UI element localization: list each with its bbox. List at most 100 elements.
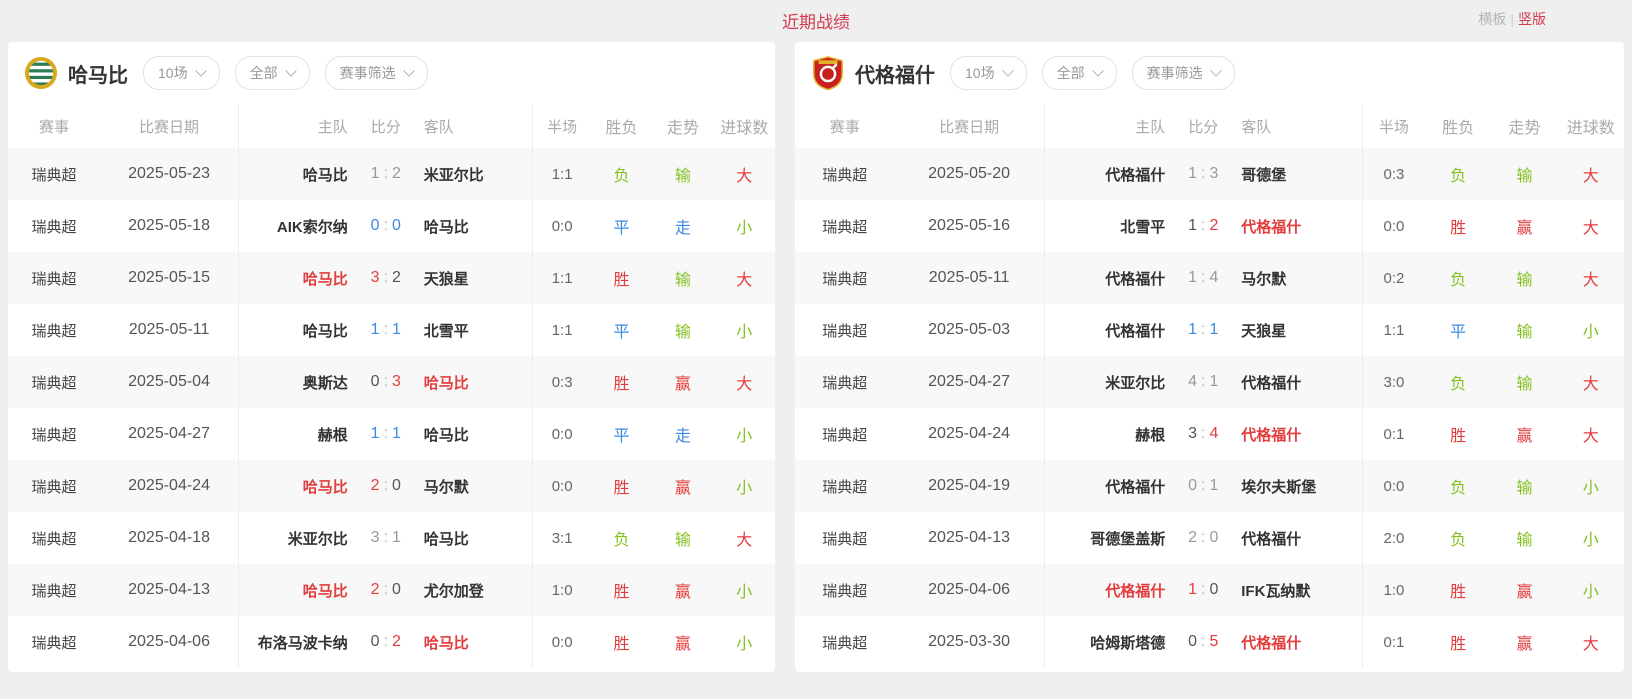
home-score: 1 [1188, 269, 1197, 286]
trend-cell: 输 [652, 526, 713, 550]
home-score: 2 [1188, 529, 1197, 546]
result-cell: 胜 [1425, 214, 1491, 238]
goals-cell: 小 [1558, 318, 1624, 342]
col-date: 比赛日期 [100, 116, 238, 137]
match-cell: 代格福什 1:4 马尔默 [1044, 252, 1363, 304]
col-away: 客队 [414, 116, 533, 137]
team-name: 哈马比 [68, 59, 128, 88]
date-cell: 2025-03-30 [894, 633, 1043, 651]
away-team: 天狼星 [414, 268, 533, 289]
goals-cell: 大 [714, 162, 775, 186]
half-cell: 1:0 [1363, 582, 1425, 599]
col-half: 半场 [1363, 116, 1425, 137]
goals-cell: 小 [714, 578, 775, 602]
match-cell: 哈马比 1:2 米亚尔比 [238, 148, 533, 200]
league-cell: 瑞典超 [795, 476, 894, 497]
table-row: 瑞典超 2025-04-13 哥德堡盖斯 2:0 代格福什 2:0 负 输 小 [795, 512, 1624, 564]
table-row: 瑞典超 2025-05-18 AIK索尔纳 0:0 哈马比 0:0 平 走 小 [8, 200, 775, 252]
away-team: 哈马比 [414, 372, 533, 393]
league-cell: 瑞典超 [795, 216, 894, 237]
match-cell: 代格福什 0:1 埃尔夫斯堡 [1044, 460, 1363, 512]
score-cell: 1:2 [1175, 217, 1231, 235]
home-team: 哈马比 [239, 320, 358, 341]
home-team: 代格福什 [1045, 580, 1176, 601]
half-cell: 0:0 [533, 478, 591, 495]
date-cell: 2025-04-06 [894, 581, 1043, 599]
goals-cell: 大 [1558, 266, 1624, 290]
chevron-down-icon [403, 65, 414, 76]
result-cell: 平 [591, 422, 652, 446]
away-score: 1 [392, 321, 401, 338]
score-cell: 0:0 [358, 217, 414, 235]
score-cell: 2:0 [358, 581, 414, 599]
score-cell: 1:1 [358, 321, 414, 339]
hammarby-badge-icon [24, 56, 58, 90]
league-cell: 瑞典超 [795, 580, 894, 601]
matches-filter-label: 10场 [965, 63, 995, 83]
table-row: 瑞典超 2025-05-23 哈马比 1:2 米亚尔比 1:1 负 输 大 [8, 148, 775, 200]
score-cell: 0:1 [1175, 477, 1231, 495]
table-row: 瑞典超 2025-05-15 哈马比 3:2 天狼星 1:1 胜 输 大 [8, 252, 775, 304]
goals-cell: 小 [714, 474, 775, 498]
league-cell: 瑞典超 [795, 320, 894, 341]
trend-cell: 输 [1491, 474, 1557, 498]
half-cell: 1:1 [533, 166, 591, 183]
col-home: 主队 [239, 116, 358, 137]
match-cell: 哈马比 1:1 北雪平 [238, 304, 533, 356]
match-cell: 哈马比 3:2 天狼星 [238, 252, 533, 304]
date-cell: 2025-04-13 [100, 581, 238, 599]
scope-filter-dropdown[interactable]: 全部 [1042, 56, 1117, 90]
scope-filter-label: 全部 [1057, 63, 1085, 83]
away-score: 1 [1209, 373, 1218, 390]
matches-filter-label: 10场 [158, 63, 188, 83]
away-score: 0 [1209, 581, 1218, 598]
score-cell: 1:1 [1175, 321, 1231, 339]
table-header: 赛事 比赛日期 主队 比分 客队 半场 胜负 走势 进球数 [795, 104, 1624, 148]
scope-filter-label: 全部 [250, 63, 278, 83]
away-score: 1 [392, 529, 401, 546]
home-score: 3 [1188, 425, 1197, 442]
league-cell: 瑞典超 [795, 424, 894, 445]
away-team: 代格福什 [1231, 632, 1362, 653]
col-score: 比分 [358, 116, 414, 137]
date-cell: 2025-04-19 [894, 477, 1043, 495]
home-team: 哈姆斯塔德 [1045, 632, 1176, 653]
result-cell: 负 [1425, 526, 1491, 550]
home-team: 哥德堡盖斯 [1045, 528, 1176, 549]
home-score: 1 [1188, 581, 1197, 598]
col-date: 比赛日期 [894, 116, 1043, 137]
away-team: 哈马比 [414, 424, 533, 445]
matches-filter-dropdown[interactable]: 10场 [143, 56, 220, 90]
away-score: 2 [1209, 217, 1218, 234]
trend-cell: 输 [1491, 526, 1557, 550]
league-cell: 瑞典超 [795, 268, 894, 289]
trend-cell: 输 [1491, 370, 1557, 394]
view-vertical-link[interactable]: 竖版 [1518, 9, 1546, 29]
match-cell: 代格福什 1:1 天狼星 [1044, 304, 1363, 356]
view-horizontal-link[interactable]: 横板 [1478, 9, 1506, 29]
half-cell: 0:2 [1363, 270, 1425, 287]
chevron-down-icon [1210, 65, 1221, 76]
event-filter-dropdown[interactable]: 赛事筛选 [1132, 56, 1235, 90]
table-row: 瑞典超 2025-04-13 哈马比 2:0 尤尔加登 1:0 胜 赢 小 [8, 564, 775, 616]
trend-cell: 赢 [652, 474, 713, 498]
half-cell: 1:1 [533, 270, 591, 287]
league-cell: 瑞典超 [795, 164, 894, 185]
league-cell: 瑞典超 [8, 372, 100, 393]
goals-cell: 小 [1558, 578, 1624, 602]
home-team: 代格福什 [1045, 320, 1176, 341]
scope-filter-dropdown[interactable]: 全部 [235, 56, 310, 90]
result-cell: 负 [1425, 266, 1491, 290]
event-filter-dropdown[interactable]: 赛事筛选 [325, 56, 428, 90]
match-cell: 哥德堡盖斯 2:0 代格福什 [1044, 512, 1363, 564]
result-cell: 胜 [1425, 422, 1491, 446]
away-score: 1 [1209, 477, 1218, 494]
half-cell: 0:1 [1363, 634, 1425, 651]
home-team: 赫根 [239, 424, 358, 445]
matches-filter-dropdown[interactable]: 10场 [950, 56, 1027, 90]
away-score: 3 [1209, 165, 1218, 182]
score-cell: 1:1 [358, 425, 414, 443]
table-row: 瑞典超 2025-05-20 代格福什 1:3 哥德堡 0:3 负 输 大 [795, 148, 1624, 200]
home-score: 0 [1188, 477, 1197, 494]
home-team: 哈马比 [239, 476, 358, 497]
